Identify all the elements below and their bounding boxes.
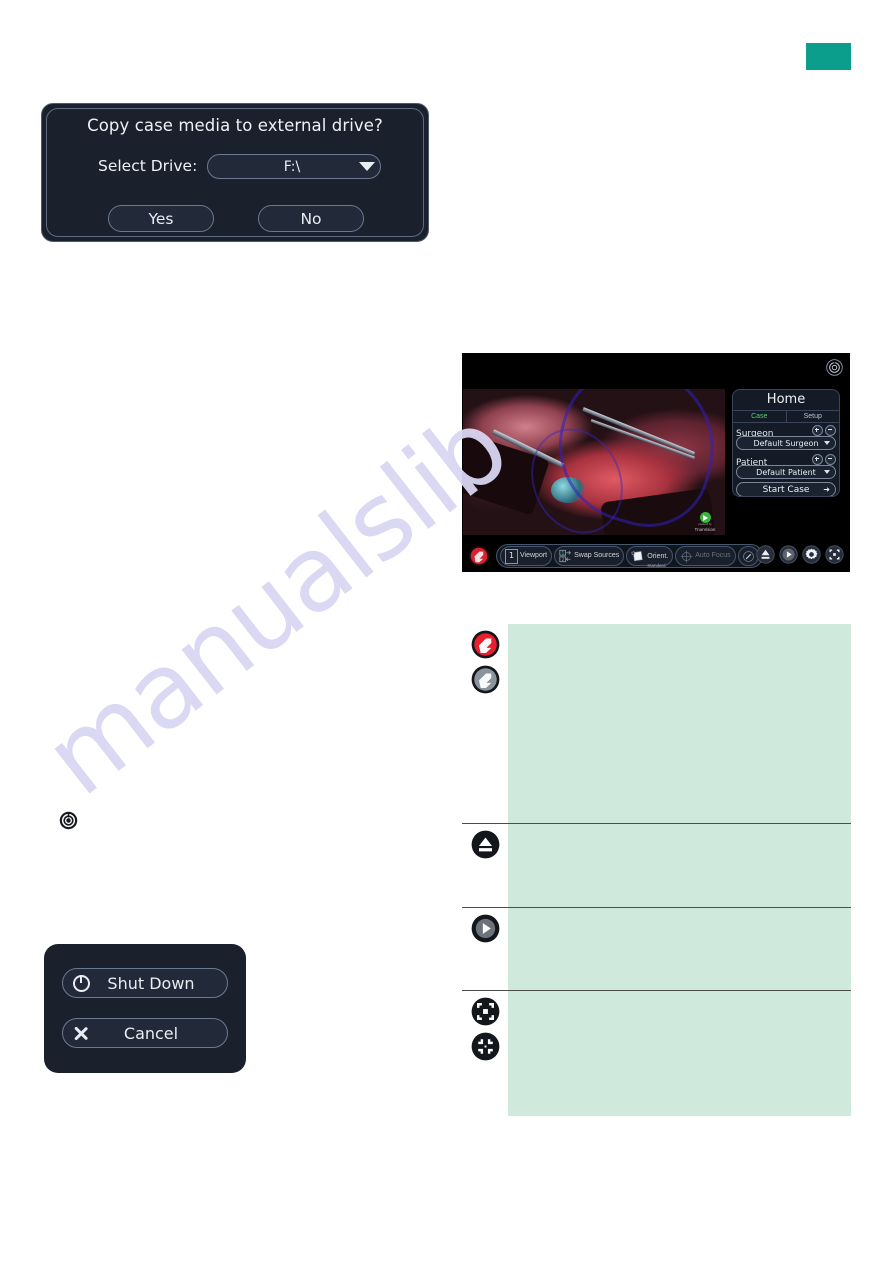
shutdown-button-label: Shut Down bbox=[107, 973, 195, 993]
chevron-down-icon bbox=[824, 470, 830, 474]
table-row-description bbox=[508, 624, 851, 823]
tab-case[interactable]: Case bbox=[733, 411, 786, 422]
add-patient-button[interactable] bbox=[812, 454, 823, 465]
chevron-down-icon bbox=[354, 162, 380, 171]
no-button[interactable]: No bbox=[258, 205, 364, 232]
eject-icon bbox=[471, 830, 499, 859]
swap-sources-label: Swap Sources bbox=[574, 552, 620, 559]
surgical-video-feed: powered by TrueVision bbox=[463, 389, 725, 535]
watermark-text: manualslib bbox=[22, 385, 529, 820]
auto-focus-tool[interactable]: Auto Focus bbox=[675, 546, 736, 566]
table-row-icons bbox=[462, 908, 508, 990]
surgeon-actions bbox=[812, 425, 836, 436]
no-button-label: No bbox=[300, 209, 322, 228]
auto-focus-label: Auto Focus bbox=[695, 552, 731, 559]
patient-field: Patient bbox=[733, 452, 839, 468]
orientation-tool[interactable]: Orient. Standard bbox=[626, 546, 674, 568]
record-button-icon[interactable] bbox=[468, 545, 490, 567]
start-case-button[interactable]: Start Case ➜ bbox=[736, 482, 836, 496]
device-power-icon[interactable] bbox=[826, 359, 843, 376]
drive-select-value: F:\ bbox=[283, 158, 301, 175]
teal-marker bbox=[806, 43, 851, 70]
table-row-icons bbox=[462, 624, 508, 823]
play-button[interactable] bbox=[779, 545, 798, 564]
auto-focus-icon bbox=[680, 550, 693, 562]
table-row-description bbox=[508, 991, 851, 1116]
record-inactive-icon bbox=[471, 665, 499, 694]
table-row-description bbox=[508, 908, 851, 990]
play-icon bbox=[471, 914, 499, 943]
settings-button[interactable] bbox=[802, 545, 821, 564]
shutdown-dialog: Shut Down Cancel bbox=[44, 944, 246, 1073]
arrow-right-icon: ➜ bbox=[823, 484, 830, 494]
viewport-label: Viewport bbox=[520, 552, 548, 559]
record-active-icon bbox=[471, 630, 499, 659]
panel-tabs: Case Setup bbox=[733, 410, 839, 423]
cancel-button-label: Cancel bbox=[123, 1023, 179, 1043]
remove-surgeon-button[interactable] bbox=[825, 425, 836, 436]
truevision-play-mark bbox=[699, 512, 711, 523]
fullscreen-button[interactable] bbox=[825, 545, 844, 564]
patient-select-value: Default Patient bbox=[756, 467, 816, 477]
pencil-icon bbox=[742, 550, 754, 562]
orientation-icon bbox=[631, 550, 643, 561]
yes-button-label: Yes bbox=[148, 209, 174, 228]
yes-button[interactable]: Yes bbox=[108, 205, 214, 232]
table-row-description bbox=[508, 824, 851, 907]
svg-text:1: 1 bbox=[562, 550, 565, 555]
swap-sources-tool[interactable]: 1 2 Swap Sources bbox=[554, 546, 625, 566]
truevision-brand: TrueVision bbox=[694, 527, 716, 532]
power-icon bbox=[63, 974, 99, 992]
viewport-tool[interactable]: 1 Viewport bbox=[500, 546, 553, 566]
patient-actions bbox=[812, 454, 836, 465]
tab-setup[interactable]: Setup bbox=[785, 411, 840, 422]
surgeon-select[interactable]: Default Surgeon bbox=[736, 436, 836, 450]
table-row-icons bbox=[462, 991, 508, 1116]
drive-select[interactable]: F:\ bbox=[207, 154, 381, 179]
icon-reference-table bbox=[462, 624, 851, 1116]
patient-select[interactable]: Default Patient bbox=[736, 465, 836, 479]
swap-sources-icon: 1 2 bbox=[559, 549, 572, 563]
chevron-down-icon bbox=[824, 441, 830, 445]
start-case-label: Start Case bbox=[762, 484, 810, 495]
table-row bbox=[462, 624, 851, 823]
eject-button[interactable] bbox=[756, 545, 775, 564]
cancel-button[interactable]: Cancel bbox=[62, 1018, 228, 1048]
manual-page: manualslib Copy case media to external d… bbox=[0, 0, 893, 1263]
svg-text:2: 2 bbox=[562, 557, 565, 562]
truevision-logo: powered by TrueVision bbox=[689, 512, 721, 532]
panel-title: Home bbox=[766, 392, 806, 407]
surgeon-select-value: Default Surgeon bbox=[753, 438, 819, 448]
table-row bbox=[462, 990, 851, 1116]
table-row bbox=[462, 823, 851, 907]
settings-power-icon bbox=[59, 811, 78, 830]
surgeon-field: Surgeon bbox=[733, 423, 839, 439]
device-toolbar: 1 Viewport 1 2 Swap Sources Orient. Stan… bbox=[462, 539, 850, 572]
fullscreen-collapse-icon bbox=[471, 1032, 499, 1061]
orientation-sublabel: Standard bbox=[647, 562, 666, 568]
viewport-count: 1 bbox=[505, 548, 518, 564]
shutdown-button[interactable]: Shut Down bbox=[62, 968, 228, 998]
select-drive-label: Select Drive: bbox=[98, 157, 198, 175]
copy-media-dialog: Copy case media to external drive? Selec… bbox=[41, 103, 429, 242]
dialog-title: Copy case media to external drive? bbox=[87, 116, 383, 135]
table-row bbox=[462, 907, 851, 990]
fullscreen-expand-icon bbox=[471, 997, 499, 1026]
toolbar-tool-group: 1 Viewport 1 2 Swap Sources Orient. Stan… bbox=[496, 544, 763, 568]
close-icon bbox=[63, 1025, 99, 1042]
device-screenshot: powered by TrueVision Home Case Setup Su… bbox=[462, 353, 850, 572]
add-surgeon-button[interactable] bbox=[812, 425, 823, 436]
remove-patient-button[interactable] bbox=[825, 454, 836, 465]
home-panel: Home Case Setup Surgeon Default Surgeon … bbox=[732, 389, 840, 497]
table-row-icons bbox=[462, 824, 508, 907]
truevision-tagline: powered by bbox=[698, 523, 712, 526]
toolbar-right-buttons bbox=[756, 545, 844, 564]
orientation-label: Orient. bbox=[647, 552, 669, 560]
